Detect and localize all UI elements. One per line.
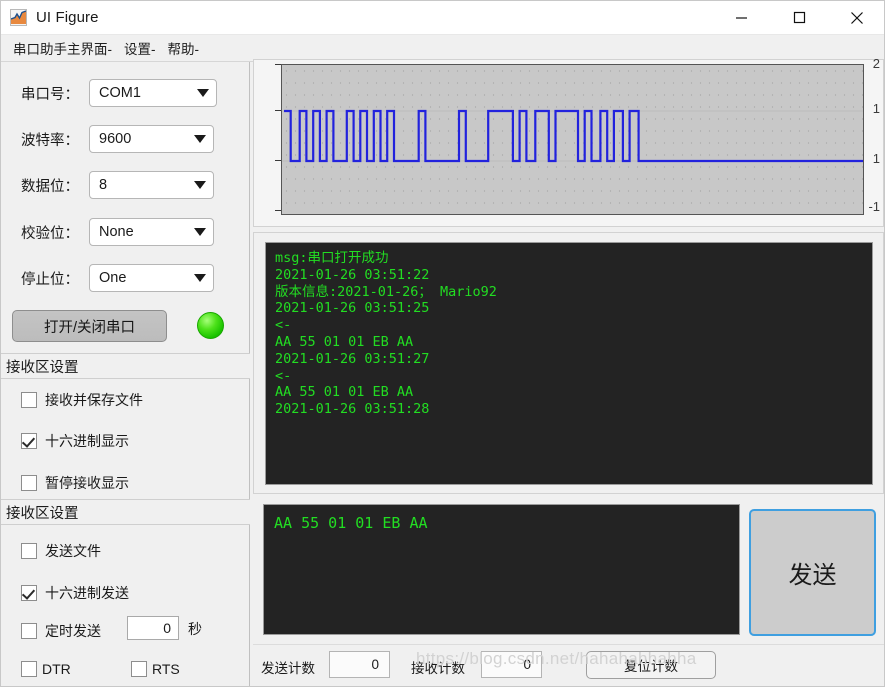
menu-bar: 串口助手主界面- 设置- 帮助- bbox=[1, 35, 884, 62]
rx-count-label: 接收计数 bbox=[411, 661, 465, 676]
maximize-button[interactable] bbox=[770, 1, 828, 34]
chevron-down-icon bbox=[190, 89, 216, 97]
databits-select[interactable]: 8 bbox=[89, 171, 214, 199]
tx-count-input[interactable]: 0 bbox=[329, 651, 390, 678]
close-button[interactable] bbox=[828, 1, 884, 34]
timed-send-checkbox[interactable] bbox=[21, 623, 37, 639]
port-status-led bbox=[197, 312, 224, 339]
rts-checkbox[interactable] bbox=[131, 661, 147, 677]
open-close-port-button[interactable]: 打开/关闭串口 bbox=[12, 310, 167, 342]
checkbox-row-save-to-file[interactable]: 接收并保存文件 bbox=[21, 389, 143, 411]
log-line: AA 55 01 01 EB AA bbox=[275, 384, 414, 401]
log-line: msg:串口打开成功 bbox=[275, 250, 389, 266]
waveform-series bbox=[282, 109, 863, 163]
ui-figure-window: UI Figure 串口助手主界面- 设置- 帮助- 串口号： COM1 波特率… bbox=[0, 0, 885, 687]
window-title: UI Figure bbox=[36, 9, 99, 26]
menu-item-settings[interactable]: 设置- bbox=[118, 35, 162, 61]
title-bar: UI Figure bbox=[1, 1, 884, 35]
databits-value: 8 bbox=[99, 177, 108, 193]
checkbox-row-hex-send[interactable]: 十六进制发送 bbox=[21, 582, 129, 604]
send-button[interactable]: 发送 bbox=[749, 509, 876, 636]
log-line: AA 55 01 01 EB AA bbox=[275, 333, 414, 350]
counter-status-bar: 发送计数 0 接收计数 0 复位计数 bbox=[253, 644, 884, 686]
log-line: <- bbox=[275, 367, 292, 384]
chevron-down-icon bbox=[187, 135, 213, 143]
waveform-plot-panel: 2 1 1 -1 bbox=[253, 56, 884, 227]
save-to-file-label: 接收并保存文件 bbox=[45, 392, 143, 408]
checkbox-row-dtr[interactable]: DTR bbox=[21, 658, 71, 680]
stopbits-label: 停止位： bbox=[21, 271, 79, 288]
timed-send-unit-label: 秒 bbox=[188, 621, 202, 637]
parity-label: 校验位： bbox=[21, 225, 79, 242]
field-row-stopbits: 停止位： One bbox=[1, 263, 250, 293]
checkbox-row-pause-display[interactable]: 暂停接收显示 bbox=[21, 472, 129, 494]
log-line: 2021-01-26 03:51:28 bbox=[275, 401, 430, 418]
baudrate-label: 波特率： bbox=[21, 132, 79, 149]
port-value: COM1 bbox=[99, 85, 141, 101]
matlab-figure-icon bbox=[10, 9, 27, 26]
log-line: 版本信息:2021-01-26； Mario92 bbox=[275, 283, 497, 300]
checkbox-row-timed-send[interactable]: 定时发送 bbox=[21, 620, 101, 642]
dtr-label: DTR bbox=[42, 661, 71, 677]
minimize-button[interactable] bbox=[712, 1, 770, 34]
chevron-down-icon bbox=[187, 274, 213, 282]
menu-item-main[interactable]: 串口助手主界面- bbox=[7, 35, 118, 61]
parity-select[interactable]: None bbox=[89, 218, 214, 246]
send-section-header: 接收区设置 bbox=[1, 499, 250, 525]
send-input-value: AA 55 01 01 EB AA bbox=[274, 514, 428, 532]
hex-display-checkbox[interactable] bbox=[21, 433, 37, 449]
stopbits-select[interactable]: One bbox=[89, 264, 214, 292]
chevron-down-icon bbox=[187, 228, 213, 236]
hex-send-checkbox[interactable] bbox=[21, 585, 37, 601]
log-line: 2021-01-26 03:51:22 bbox=[275, 266, 430, 283]
log-line: 2021-01-26 03:51:27 bbox=[275, 350, 430, 367]
stopbits-value: One bbox=[99, 270, 127, 286]
log-line: 2021-01-26 03:51:25 bbox=[275, 300, 430, 317]
tx-count-label: 发送计数 bbox=[261, 661, 315, 676]
receive-log-textarea[interactable]: msg:串口打开成功 2021-01-26 03:51:22 版本信息:2021… bbox=[265, 242, 873, 485]
field-row-baudrate: 波特率： 9600 bbox=[1, 124, 250, 154]
reset-counters-button[interactable]: 复位计数 bbox=[586, 651, 716, 679]
checkbox-row-hex-display[interactable]: 十六进制显示 bbox=[21, 430, 129, 452]
receive-section-header: 接收区设置 bbox=[1, 353, 250, 379]
port-select[interactable]: COM1 bbox=[89, 79, 217, 107]
baudrate-value: 9600 bbox=[99, 131, 132, 147]
dtr-checkbox[interactable] bbox=[21, 661, 37, 677]
hex-display-label: 十六进制显示 bbox=[45, 433, 129, 449]
receive-display-panel: msg:串口打开成功 2021-01-26 03:51:22 版本信息:2021… bbox=[253, 232, 884, 494]
send-file-checkbox[interactable] bbox=[21, 543, 37, 559]
field-row-parity: 校验位： None bbox=[1, 217, 250, 247]
rts-label: RTS bbox=[152, 661, 180, 677]
log-line: <- bbox=[275, 317, 292, 334]
plot-axes[interactable] bbox=[281, 64, 864, 215]
checkbox-row-rts[interactable]: RTS bbox=[131, 658, 180, 680]
checkbox-row-send-file[interactable]: 发送文件 bbox=[21, 540, 101, 562]
menu-item-help[interactable]: 帮助- bbox=[162, 35, 206, 61]
databits-label: 数据位： bbox=[21, 178, 79, 195]
rx-count-input[interactable]: 0 bbox=[481, 651, 542, 678]
field-row-databits: 数据位： 8 bbox=[1, 170, 250, 200]
left-settings-panel: 串口号： COM1 波特率： 9600 数据位： 8 校验位： None 停止位… bbox=[1, 62, 250, 686]
window-controls bbox=[712, 1, 884, 34]
timed-send-label: 定时发送 bbox=[45, 623, 101, 639]
hex-send-label: 十六进制发送 bbox=[45, 585, 129, 601]
baudrate-select[interactable]: 9600 bbox=[89, 125, 214, 153]
parity-value: None bbox=[99, 224, 134, 240]
send-input-textarea[interactable]: AA 55 01 01 EB AA bbox=[263, 504, 740, 635]
timed-send-interval-input[interactable]: 0 bbox=[127, 616, 179, 640]
pause-display-checkbox[interactable] bbox=[21, 475, 37, 491]
port-label: 串口号： bbox=[21, 86, 79, 103]
save-to-file-checkbox[interactable] bbox=[21, 392, 37, 408]
field-row-port: 串口号： COM1 bbox=[1, 78, 250, 108]
chevron-down-icon bbox=[187, 181, 213, 189]
pause-display-label: 暂停接收显示 bbox=[45, 475, 129, 491]
send-file-label: 发送文件 bbox=[45, 543, 101, 559]
